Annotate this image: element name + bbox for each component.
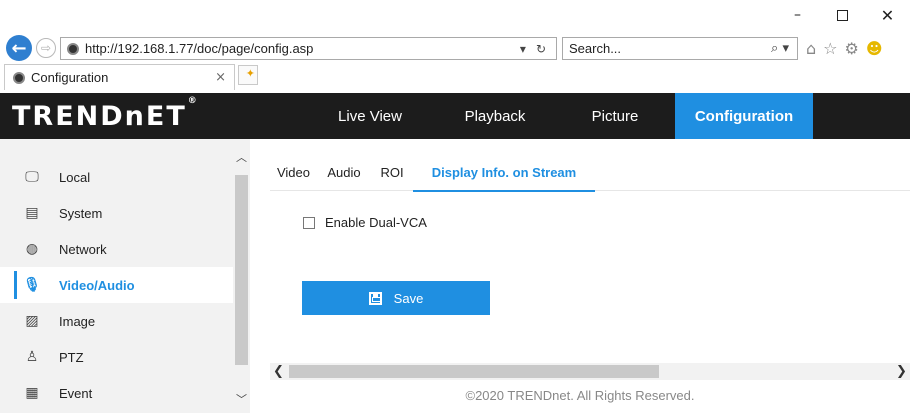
settings-gear-icon[interactable]: ⚙ (845, 39, 859, 58)
sidebar-item-network[interactable]: ◍ Network (0, 231, 233, 267)
enable-dual-vca-checkbox[interactable] (303, 216, 315, 229)
enable-dual-vca-option[interactable]: Enable Dual-VCA (303, 215, 427, 230)
tab-favicon-icon (13, 71, 25, 84)
tab-roi[interactable]: ROI (371, 153, 413, 191)
sidebar-item-label: Local (59, 169, 91, 185)
tab-video[interactable]: Video (270, 153, 317, 191)
sidebar-item-label: Network (59, 241, 107, 257)
horizontal-scroll-thumb[interactable] (289, 365, 659, 378)
video-audio-tabs: Video Audio ROI Display Info. on Stream (270, 153, 910, 192)
sidebar-item-system[interactable]: ▤ System (0, 195, 233, 231)
search-icon[interactable]: ⌕ ▾ (771, 41, 797, 56)
nav-picture[interactable]: Picture (555, 93, 675, 139)
address-dropdown-icon[interactable]: ▾ (520, 42, 526, 56)
save-button-label: Save (393, 290, 424, 306)
sidebar-item-label: PTZ (59, 349, 84, 365)
maximize-icon (837, 9, 848, 21)
home-icon[interactable]: ⌂ (806, 39, 816, 58)
ptz-icon: ♙ (25, 349, 39, 365)
sidebar-item-label: Event (59, 385, 93, 401)
main-content: Video Audio ROI Display Info. on Stream … (250, 139, 910, 413)
top-navigation: Live View Playback Picture Configuration (305, 93, 813, 139)
site-icon (67, 42, 79, 55)
floppy-disk-icon (368, 291, 382, 305)
config-sidebar: 🖵 Local ▤ System ◍ Network 🎙 Video/Audio… (0, 139, 250, 413)
back-button[interactable]: ← (6, 35, 32, 61)
sidebar-menu: 🖵 Local ▤ System ◍ Network 🎙 Video/Audio… (0, 159, 233, 411)
scroll-right-icon[interactable]: ❯ (893, 363, 910, 380)
nav-live-view[interactable]: Live View (305, 93, 435, 139)
image-icon: ▨ (25, 313, 39, 329)
favorites-icon[interactable]: ☆ (823, 39, 837, 58)
sidebar-scroll-thumb[interactable] (235, 175, 248, 365)
horizontal-scrollbar[interactable]: ❮ ❯ (270, 363, 910, 380)
scroll-down-icon[interactable]: ﹀ (233, 391, 250, 407)
monitor-icon: 🖵 (25, 169, 39, 185)
save-button[interactable]: Save (302, 281, 490, 315)
tab-close-icon[interactable]: × (215, 70, 234, 85)
navigation-bar: ← ⇨ http://192.168.1.77/doc/page/config.… (0, 30, 910, 61)
sidebar-item-event[interactable]: ▦ Event (0, 375, 233, 411)
registered-mark: ® (187, 96, 199, 106)
app-header: TRENDnET® Live View Playback Picture Con… (0, 93, 910, 139)
scroll-left-icon[interactable]: ❮ (270, 363, 287, 380)
sidebar-item-ptz[interactable]: ♙ PTZ (0, 339, 233, 375)
nav-configuration[interactable]: Configuration (675, 93, 813, 139)
sidebar-item-label: Video/Audio (59, 277, 135, 293)
copyright-footer: ©2020 TRENDnet. All Rights Reserved. (465, 388, 695, 403)
window-controls: – ✕ (775, 0, 910, 30)
globe-icon: ◍ (25, 241, 39, 257)
new-tab-button[interactable]: ✦ (238, 65, 258, 85)
refresh-icon[interactable]: ↻ (536, 42, 546, 56)
system-icon: ▤ (25, 205, 39, 221)
address-bar[interactable]: http://192.168.1.77/doc/page/config.asp … (60, 37, 557, 60)
sidebar-item-image[interactable]: ▨ Image (0, 303, 233, 339)
browser-tab-strip: Configuration × ✦ (0, 62, 910, 92)
logo-text: TRENDnET (12, 101, 187, 132)
sidebar-scrollbar[interactable]: ︿ ﹀ (233, 139, 250, 413)
sidebar-item-label: Image (59, 313, 96, 329)
tab-title: Configuration (31, 70, 109, 85)
close-window-button[interactable]: ✕ (865, 0, 910, 30)
enable-dual-vca-label: Enable Dual-VCA (325, 215, 427, 230)
browser-chrome: – ✕ ← ⇨ http://192.168.1.77/doc/page/con… (0, 0, 910, 93)
sidebar-item-local[interactable]: 🖵 Local (0, 159, 233, 195)
calendar-icon: ▦ (25, 385, 39, 401)
maximize-button[interactable] (820, 0, 865, 30)
tab-display-info-on-stream[interactable]: Display Info. on Stream (413, 153, 595, 192)
scroll-up-icon[interactable]: ︿ (233, 149, 250, 165)
trendnet-logo: TRENDnET® (12, 96, 199, 132)
browser-tab[interactable]: Configuration × (4, 64, 235, 90)
nav-playback[interactable]: Playback (435, 93, 555, 139)
forward-button[interactable]: ⇨ (36, 38, 56, 58)
sidebar-item-video-audio[interactable]: 🎙 Video/Audio (0, 267, 233, 303)
search-input[interactable] (569, 41, 772, 56)
address-actions: ▾ ↻ (520, 42, 556, 56)
url-text[interactable]: http://192.168.1.77/doc/page/config.asp (85, 41, 520, 56)
feedback-smiley-icon[interactable]: ☻ (866, 39, 883, 58)
sidebar-item-label: System (59, 205, 103, 221)
browser-search-box[interactable]: ⌕ ▾ (562, 37, 798, 60)
video-audio-icon: 🎙 (23, 277, 41, 293)
tab-audio[interactable]: Audio (317, 153, 371, 191)
minimize-button[interactable]: – (775, 0, 820, 30)
browser-toolbar: ⌂ ☆ ⚙ ☻ (806, 39, 883, 58)
